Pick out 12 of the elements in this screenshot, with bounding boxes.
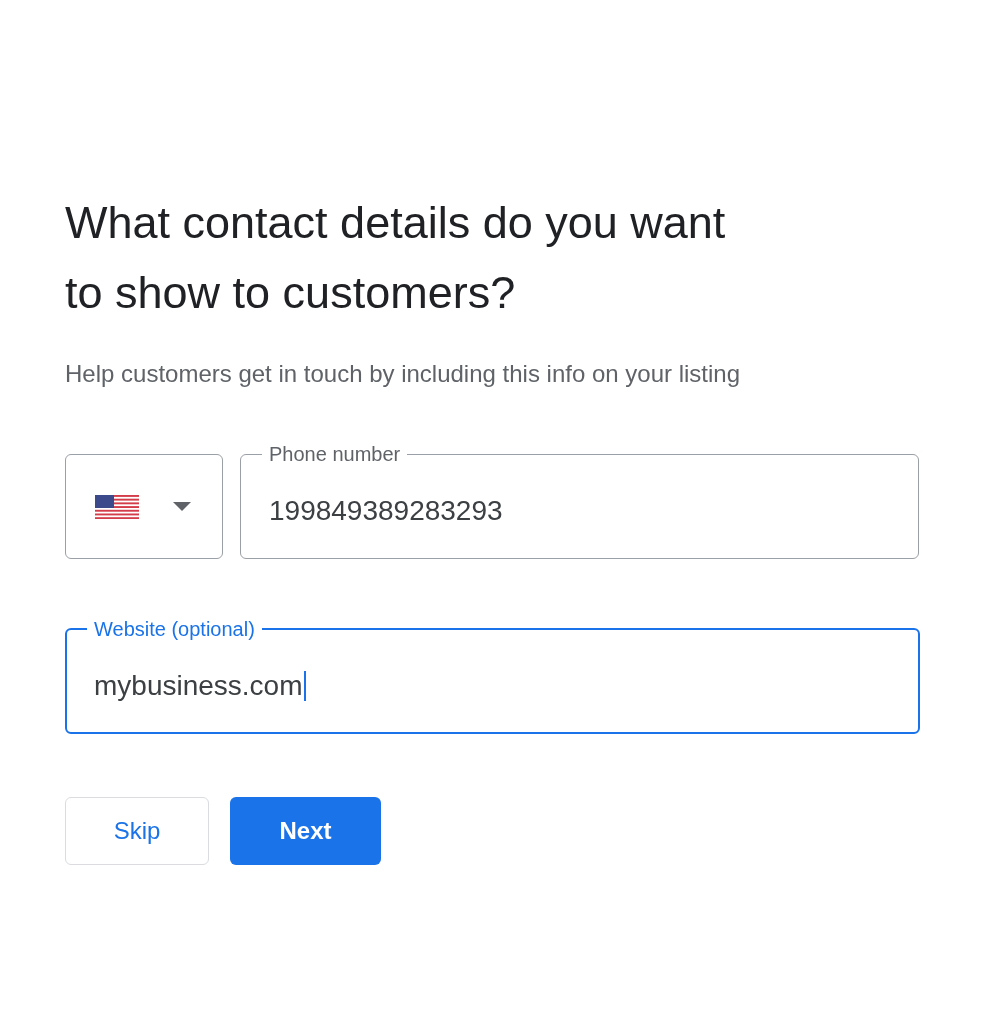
next-button[interactable]: Next — [230, 797, 381, 865]
flag-icon — [95, 494, 139, 519]
field-value: mybusiness.com — [94, 670, 303, 702]
field-value: 199849389283293 — [269, 495, 503, 527]
field-label: Phone number — [268, 442, 402, 466]
field-label: Website (optional) — [93, 617, 256, 641]
text-cursor — [303, 671, 306, 701]
page-heading: What contact details do you want to show to customers? — [65, 196, 727, 320]
country-selector[interactable] — [65, 454, 223, 559]
page-subtitle: Help customers get in touch by including this info on your listing — [65, 359, 742, 389]
dropdown-caret-icon — [173, 502, 191, 511]
skip-button[interactable]: Skip — [65, 797, 209, 865]
